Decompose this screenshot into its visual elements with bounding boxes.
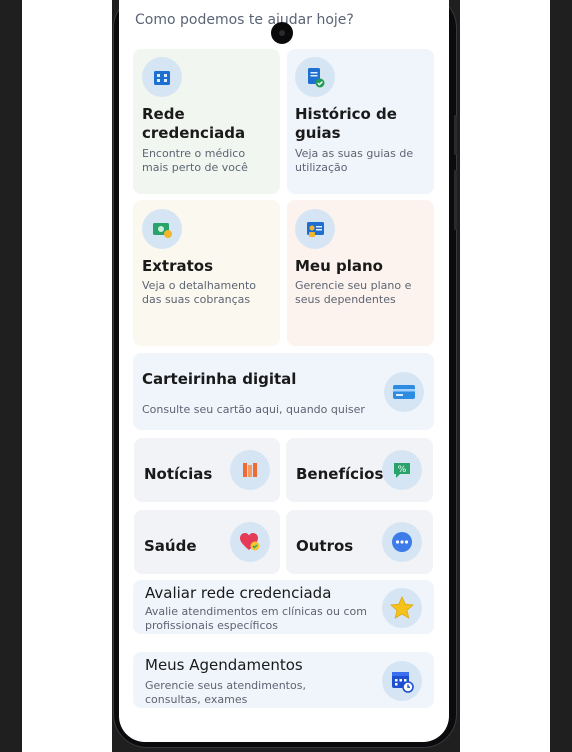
card-description: Gerencie seu plano e seus dependentes (295, 279, 412, 306)
card-title: Notícias (144, 465, 213, 483)
building-icon (142, 57, 182, 97)
card-carteirinha-digital[interactable]: Carteirinha digital Consulte seu cartão … (133, 353, 434, 430)
card-historico-guias[interactable]: Histórico de guias Veja as suas guias de… (287, 49, 434, 194)
star-icon (382, 588, 422, 628)
card-title: Histórico de guias (295, 105, 397, 142)
left-background-panel (22, 0, 112, 752)
heart-icon (230, 522, 270, 562)
card-description: Veja as suas guias de utilização (295, 147, 414, 174)
card-title: Avaliar rede credenciada (145, 584, 332, 602)
greeting-heading: Como podemos te ajudar hoje? (135, 12, 354, 28)
card-description: Gerencie seus atendimentos, consultas, e… (145, 679, 306, 706)
card-noticias[interactable]: Notícias (134, 438, 280, 502)
card-description: Avalie atendimentos em clínicas ou com p… (145, 605, 367, 632)
card-title: Meus Agendamentos (145, 656, 303, 674)
card-saude[interactable]: Saúde (134, 510, 280, 574)
calendar-clock-icon (382, 661, 422, 701)
card-title: Saúde (144, 537, 197, 555)
more-icon (382, 522, 422, 562)
phone-volume-button (454, 170, 457, 230)
front-camera (271, 22, 293, 44)
card-beneficios[interactable]: Benefícios % (286, 438, 433, 502)
right-background-panel (460, 0, 550, 752)
discount-icon: % (382, 450, 422, 490)
card-icon (384, 372, 424, 412)
card-outros[interactable]: Outros (286, 510, 433, 574)
card-title: Extratos (142, 257, 214, 275)
card-title: Carteirinha digital (142, 370, 297, 388)
money-icon (142, 209, 182, 249)
card-extratos[interactable]: Extratos Veja o detalhamento das suas co… (133, 200, 280, 346)
card-title: Meu plano (295, 257, 383, 275)
news-icon (230, 450, 270, 490)
id-badge-icon (295, 209, 335, 249)
card-meus-agendamentos[interactable]: Meus Agendamentos Gerencie seus atendime… (133, 652, 434, 708)
app-screen: Como podemos te ajudar hoje? Rede creden… (119, 0, 449, 742)
card-meu-plano[interactable]: Meu plano Gerencie seu plano e seus depe… (287, 200, 434, 346)
card-description: Encontre o médico mais perto de você (142, 147, 248, 174)
card-avaliar-rede[interactable]: Avaliar rede credenciada Avalie atendime… (133, 580, 434, 634)
phone-side-button (454, 115, 457, 155)
card-rede-credenciada[interactable]: Rede credenciada Encontre o médico mais … (133, 49, 280, 194)
document-check-icon (295, 57, 335, 97)
card-title: Outros (296, 537, 354, 555)
card-description: Consulte seu cartão aqui, quando quiser (142, 403, 365, 416)
svg-text:%: % (398, 465, 407, 475)
card-title: Rede credenciada (142, 105, 246, 142)
card-description: Veja o detalhamento das suas cobranças (142, 279, 257, 306)
card-title: Benefícios (296, 465, 384, 483)
